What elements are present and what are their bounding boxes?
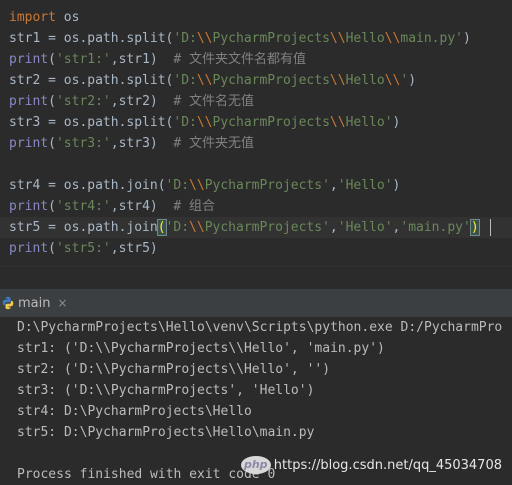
code-token: \\ <box>196 73 213 88</box>
code-token: print <box>9 199 49 214</box>
console-line: str4: D:\PycharmProjects\Hello <box>17 404 252 419</box>
console-line: str1: ('D:\\PycharmProjects\\Hello', 'ma… <box>17 341 385 356</box>
panel-divider[interactable] <box>0 266 512 289</box>
code-token: print <box>9 94 49 109</box>
code-token: ) <box>392 178 401 193</box>
code-token: ( <box>48 199 56 214</box>
code-token: # 文件夹无值 <box>173 136 255 151</box>
code-token: 'Hello' <box>337 220 393 235</box>
code-line: print('str5:',str5) <box>9 238 158 259</box>
code-token: 'D: <box>165 178 190 193</box>
code-token: \\ <box>329 115 346 130</box>
code-token: Hello <box>345 31 385 46</box>
code-token: , <box>329 178 338 193</box>
code-token: \\ <box>196 31 213 46</box>
code-token: \\ <box>196 115 213 130</box>
code-token: 'str2:' <box>55 94 111 109</box>
code-token: ,str1) <box>110 52 174 67</box>
code-token: ( <box>48 94 56 109</box>
code-token: ) <box>392 115 401 130</box>
console-line: Process finished with exit code 0 <box>17 467 276 482</box>
console-line: D:\PycharmProjects\Hello\venv\Scripts\py… <box>17 320 503 335</box>
php-logo-icon: php <box>240 456 271 474</box>
console-line: str3: ('D:\\PycharmProjects', 'Hello') <box>17 383 315 398</box>
code-token: Hello <box>345 73 385 88</box>
code-token: 'D: <box>173 115 197 130</box>
code-line: str1 = os.path.split('D:\\PycharmProject… <box>9 28 471 49</box>
code-token: PycharmProjects <box>212 115 330 130</box>
code-token: 'main.py' <box>400 220 471 235</box>
code-token: 'Hello' <box>337 178 393 193</box>
code-line: str5 = os.path.join('D:\\PycharmProjects… <box>9 217 480 238</box>
close-icon[interactable]: × <box>57 296 67 310</box>
python-icon <box>2 296 14 310</box>
code-token: str4 = os.path.join( <box>9 178 166 193</box>
code-token: str2 = os.path.split( <box>9 73 174 88</box>
code-token: Hello' <box>345 115 393 130</box>
run-tool-window-tabs: main × <box>0 288 512 318</box>
watermark: php https://blog.csdn.net/qq_45034708 <box>238 456 502 474</box>
code-line: print('str2:',str2) # 文件名无值 <box>9 91 254 112</box>
code-token: ) <box>463 31 471 46</box>
code-token: \\ <box>329 31 346 46</box>
code-token: \\ <box>189 178 205 193</box>
code-token: str5 = os.path.join <box>9 220 158 235</box>
code-token: PycharmProjects <box>212 31 330 46</box>
code-line: str2 = os.path.split('D:\\PycharmProject… <box>9 70 416 91</box>
code-line: print('str4:',str4) # 组合 <box>9 196 215 217</box>
code-token: PycharmProjects' <box>204 178 330 193</box>
code-token: 'D: <box>173 31 197 46</box>
code-token: # 组合 <box>173 199 216 214</box>
code-line: print('str1:',str1) # 文件夹文件名都有值 <box>9 49 306 70</box>
code-token: 'D: <box>165 220 190 235</box>
code-token: \\ <box>189 220 205 235</box>
code-token: print <box>9 241 49 256</box>
run-tab-main[interactable]: main × <box>0 289 76 317</box>
code-token: \\ <box>384 31 401 46</box>
code-token: PycharmProjects <box>212 73 330 88</box>
code-token: \\ <box>329 73 346 88</box>
code-token: ,str2) <box>110 94 174 109</box>
code-token: 'str1:' <box>55 52 111 67</box>
text-caret <box>490 219 491 236</box>
code-line: str3 = os.path.split('D:\\PycharmProject… <box>9 112 400 133</box>
code-token: PycharmProjects' <box>204 220 330 235</box>
code-token: ( <box>48 136 56 151</box>
code-token: str1 = os.path.split( <box>9 31 174 46</box>
code-token: main.py' <box>400 31 463 46</box>
code-token: # 文件名无值 <box>173 94 255 109</box>
code-token: print <box>9 52 49 67</box>
code-token: , <box>329 220 338 235</box>
console-line: str5: D:\PycharmProjects\Hello\main.py <box>17 425 315 440</box>
code-line: str4 = os.path.join('D:\\PycharmProjects… <box>9 175 400 196</box>
code-token: print <box>9 136 49 151</box>
run-tab-label: main <box>18 295 51 311</box>
code-editor[interactable]: import os str1 = os.path.split('D:\\Pycha… <box>0 0 512 266</box>
code-token: import <box>9 10 56 25</box>
code-token: ( <box>48 52 56 67</box>
code-token: ,str5) <box>110 241 158 256</box>
code-token: ( <box>48 241 56 256</box>
code-token: ,str4) <box>110 199 174 214</box>
code-token: ( <box>156 219 167 236</box>
code-token: os <box>55 10 80 25</box>
code-token: 'D: <box>173 73 197 88</box>
code-line: import os <box>9 7 79 28</box>
code-token: 'str3:' <box>55 136 111 151</box>
console-line: str2: ('D:\\PycharmProjects\\Hello', '') <box>17 362 331 377</box>
code-token: 'str4:' <box>55 199 111 214</box>
code-line: print('str3:',str3) # 文件夹无值 <box>9 133 254 154</box>
code-token: \\ <box>384 73 401 88</box>
code-token: # 文件夹文件名都有值 <box>173 52 307 67</box>
code-token: 'str5:' <box>55 241 111 256</box>
watermark-url: https://blog.csdn.net/qq_45034708 <box>273 457 502 473</box>
code-token: ,str3) <box>110 136 174 151</box>
code-token: str3 = os.path.split( <box>9 115 174 130</box>
code-token: ) <box>469 219 480 236</box>
code-token: ) <box>408 73 417 88</box>
